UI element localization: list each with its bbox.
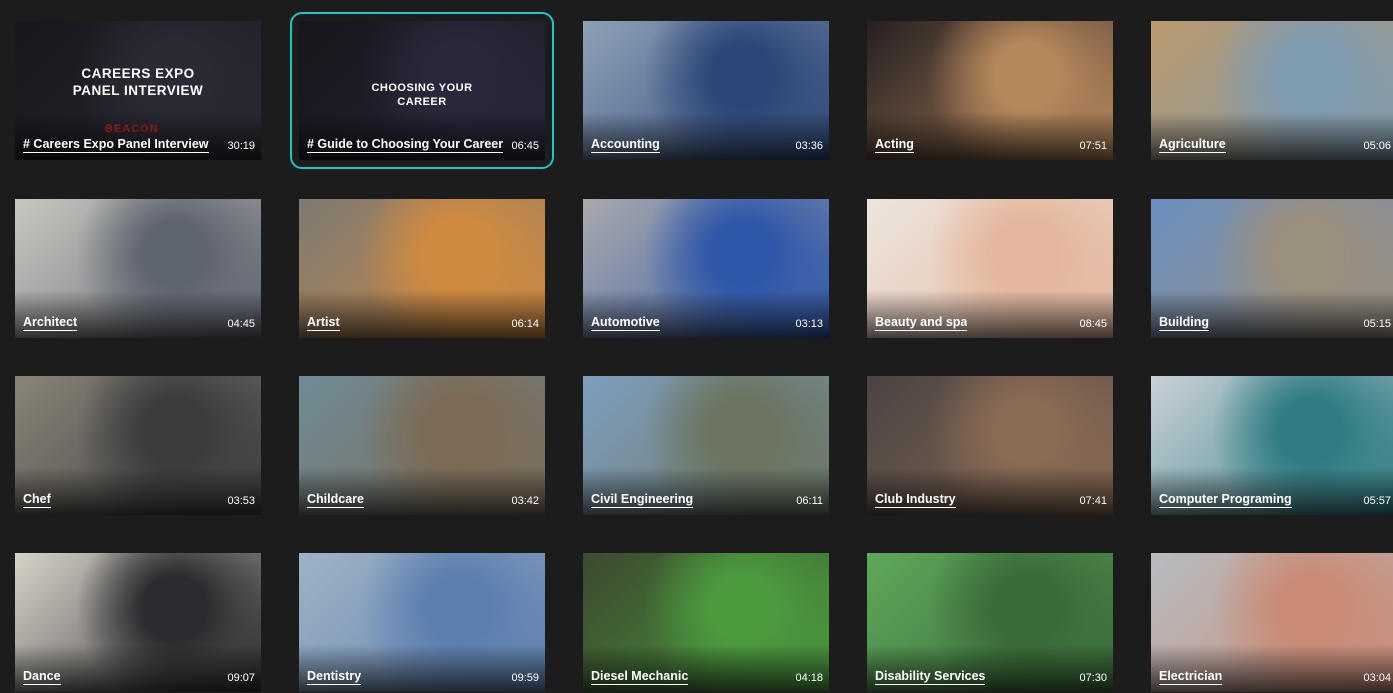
video-card[interactable]: Chef 03:53 [15,376,261,515]
video-card[interactable]: Club Industry 07:41 [867,376,1113,515]
video-card[interactable]: Architect 04:45 [15,199,261,338]
video-card[interactable]: Diesel Mechanic 04:18 [583,553,829,692]
video-title-link[interactable]: Dance [23,669,61,685]
video-card[interactable]: Accounting 03:36 [583,21,829,160]
video-card[interactable]: CAREERS EXPOPANEL INTERVIEWBEACON# Caree… [15,21,261,160]
video-duration: 07:41 [1079,495,1107,507]
video-duration: 03:13 [795,318,823,330]
video-title-link[interactable]: Dentistry [307,669,362,685]
video-grid: CAREERS EXPOPANEL INTERVIEWBEACON# Caree… [0,0,1393,693]
thumbnail-overlay-text: CAREERS EXPO PANEL INTERVIEW [72,66,204,98]
video-card[interactable]: Agriculture 05:06 [1151,21,1393,160]
video-duration: 03:42 [511,495,539,507]
video-card[interactable]: Civil Engineering 06:11 [583,376,829,515]
thumbnail-overlay-text: CHOOSING YOUR CAREER [371,82,473,108]
thumbnail-gradient [15,467,261,515]
video-title-link[interactable]: Computer Programing [1159,492,1292,508]
video-duration: 06:11 [796,495,823,507]
video-card[interactable]: Artist 06:14 [299,199,545,338]
video-title-link[interactable]: Childcare [307,492,364,508]
video-title-link[interactable]: Artist [307,315,340,331]
video-title-link[interactable]: # Guide to Choosing Your Career [307,137,504,153]
video-duration: 06:14 [511,318,539,330]
video-duration: 08:45 [1079,318,1107,330]
video-card[interactable]: Childcare 03:42 [299,376,545,515]
video-duration: 05:57 [1363,495,1391,507]
video-duration: 05:06 [1363,140,1391,152]
video-title-link[interactable]: Club Industry [875,492,956,508]
video-title-link[interactable]: Chef [23,492,51,508]
video-card[interactable]: Building 05:15 [1151,199,1393,338]
video-card[interactable]: Computer Programing 05:57 [1151,376,1393,515]
video-title-link[interactable]: Beauty and spa [875,315,968,331]
video-card[interactable]: Dance 09:07 [15,553,261,692]
video-title-link[interactable]: Acting [875,137,914,153]
video-title-link[interactable]: Agriculture [1159,137,1226,153]
video-title-link[interactable]: Civil Engineering [591,492,694,508]
video-title-link[interactable]: Diesel Mechanic [591,669,689,685]
video-title-link[interactable]: Building [1159,315,1209,331]
video-duration: 03:53 [227,495,255,507]
video-card[interactable]: Dentistry 09:59 [299,553,545,692]
video-card[interactable]: Acting 07:51 [867,21,1113,160]
video-duration: 09:59 [511,672,539,684]
video-duration: 05:15 [1363,318,1391,330]
video-title-link[interactable]: Disability Services [875,669,986,685]
video-card[interactable]: CHOOSING YOUR CAREER # Guide to Choosing Y… [290,12,554,169]
video-title-link[interactable]: # Careers Expo Panel Interview [23,137,209,153]
video-duration: 07:51 [1079,140,1107,152]
video-duration: 06:45 [511,140,539,152]
video-duration: 09:07 [227,672,255,684]
video-duration: 04:18 [795,672,823,684]
video-card[interactable]: Disability Services 07:30 [867,553,1113,692]
video-card[interactable]: Electrician 03:04 [1151,553,1393,692]
video-title-link[interactable]: Automotive [591,315,660,331]
video-title-link[interactable]: Accounting [591,137,660,153]
video-duration: 07:30 [1079,672,1107,684]
video-title-link[interactable]: Architect [23,315,78,331]
video-duration: 03:36 [795,140,823,152]
video-card[interactable]: Beauty and spa 08:45 [867,199,1113,338]
video-title-link[interactable]: Electrician [1159,669,1223,685]
video-duration: 30:19 [227,140,255,152]
video-duration: 03:04 [1363,672,1391,684]
video-card[interactable]: Automotive 03:13 [583,199,829,338]
video-duration: 04:45 [227,318,255,330]
